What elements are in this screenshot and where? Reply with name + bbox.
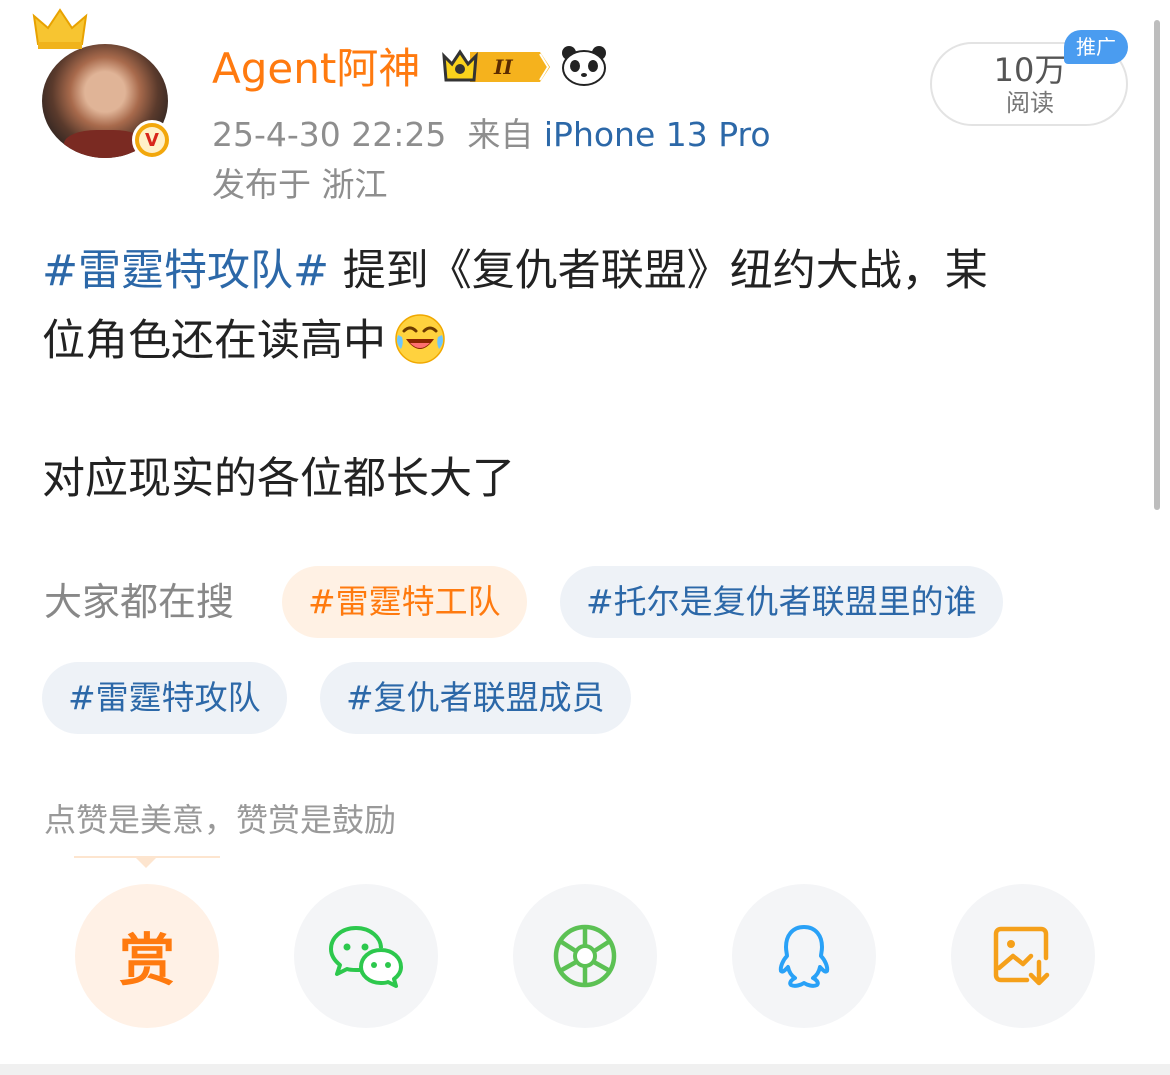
- post-text-paragraph2: 对应现实的各位都长大了: [42, 454, 515, 504]
- vip-level-badge-icon: II: [442, 49, 550, 82]
- moments-icon: [553, 924, 617, 988]
- crown-icon: [32, 8, 88, 49]
- wechat-icon: [329, 926, 403, 988]
- post-body: #雷霆特攻队# 提到《复仇者联盟》纽约大战，某 位角色还在读高中: [42, 236, 1132, 376]
- promo-badge[interactable]: 推广: [1064, 30, 1128, 64]
- trending-chip[interactable]: #复仇者联盟成员: [320, 662, 631, 734]
- read-label: 阅读: [1006, 89, 1054, 117]
- user-avatar-area[interactable]: V: [32, 8, 172, 160]
- share-moments-button[interactable]: [513, 884, 657, 1028]
- trending-search-label: 大家都在搜: [44, 580, 235, 624]
- post-location: 发布于 浙江: [212, 165, 388, 204]
- share-qq-button[interactable]: [732, 884, 876, 1028]
- post-meta: 25-4-30 22:25 来自 iPhone 13 Pro: [212, 112, 771, 158]
- source-prefix: 来自: [467, 115, 534, 154]
- trending-chip[interactable]: #雷霆特攻队: [42, 662, 287, 734]
- save-image-button[interactable]: [951, 884, 1095, 1028]
- reward-prompt: 点赞是美意，赞赏是鼓励: [44, 801, 397, 839]
- post-text-line2: 位角色还在读高中: [42, 316, 386, 366]
- laughing-emoji-icon: [395, 314, 445, 364]
- verified-badge-icon: V: [132, 120, 172, 160]
- qq-icon: [778, 925, 830, 988]
- reward-pointer: [134, 856, 158, 868]
- reward-button[interactable]: 赏: [75, 884, 219, 1028]
- source-device-link[interactable]: iPhone 13 Pro: [544, 115, 771, 154]
- post-hashtag-link[interactable]: #雷霆特攻队#: [42, 246, 329, 296]
- post-text-line1: 提到《复仇者联盟》纽约大战，某: [329, 246, 988, 296]
- trending-chip[interactable]: #雷霆特工队: [282, 566, 527, 638]
- username[interactable]: Agent阿神: [212, 40, 420, 98]
- level-badge-text: II: [493, 55, 513, 79]
- trending-chip[interactable]: #托尔是复仇者联盟里的谁: [560, 566, 1003, 638]
- reward-icon: 赏: [119, 928, 175, 994]
- panda-icon: [562, 46, 606, 86]
- share-wechat-button[interactable]: [294, 884, 438, 1028]
- bottom-divider: [0, 1064, 1170, 1075]
- save-image-icon: [993, 926, 1050, 986]
- post-timestamp: 25-4-30 22:25: [212, 115, 447, 154]
- scrollbar[interactable]: [1154, 20, 1160, 510]
